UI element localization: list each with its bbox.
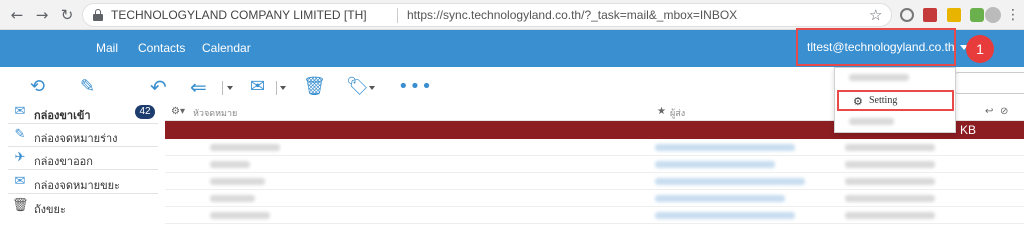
- compose-icon[interactable]: ✎: [80, 76, 95, 98]
- address-bar[interactable]: TECHNOLOGYLAND COMPANY LIMITED [TH] http…: [82, 3, 892, 27]
- tag-icon[interactable]: 🏷: [346, 76, 369, 98]
- account-email: tltest@technologyland.co.th: [807, 40, 955, 54]
- search-input[interactable]: [955, 72, 1024, 94]
- nav-mail[interactable]: Mail: [96, 41, 118, 55]
- reply-icon[interactable]: ↶: [150, 76, 167, 98]
- nav-calendar[interactable]: Calendar: [202, 41, 251, 55]
- pdf-extension-icon[interactable]: [923, 8, 937, 22]
- folder-sent[interactable]: ✈ กล่องขาออก: [8, 148, 158, 170]
- settings-label: Setting: [869, 95, 898, 106]
- table-row[interactable]: [165, 156, 1024, 173]
- trash-icon: 🗑: [12, 198, 29, 213]
- pencil-icon: ✎: [14, 127, 26, 142]
- unread-count-badge: 42: [135, 105, 155, 119]
- column-options-icon[interactable]: ⚙▾: [171, 106, 185, 117]
- table-row[interactable]: [165, 190, 1024, 207]
- table-row[interactable]: [165, 139, 1024, 156]
- inbox-icon: ✉: [14, 104, 26, 119]
- reply-all-icon[interactable]: ⇐: [190, 76, 207, 98]
- account-dropdown: ⚙ Setting: [834, 67, 956, 133]
- folder-list: ✉ กล่องขาเข้า 42 ✎ กล่องจดหมายร่าง ✈ กล่…: [0, 100, 160, 225]
- forward-icon[interactable]: →: [33, 6, 51, 24]
- folder-junk[interactable]: ✉ กล่องจดหมายขยะ: [8, 172, 158, 194]
- dropdown-item[interactable]: [849, 118, 894, 125]
- menu-dots-icon[interactable]: ⋮: [1004, 6, 1022, 24]
- flag-star-icon: ★: [657, 106, 666, 117]
- back-icon[interactable]: ←: [8, 6, 26, 24]
- delete-icon[interactable]: 🗑: [303, 76, 326, 98]
- extension-icon[interactable]: [900, 8, 914, 22]
- column-subject[interactable]: หัวจดหมาย: [193, 106, 237, 120]
- profile-avatar-icon[interactable]: [985, 7, 1001, 23]
- folder-label: ถังขยะ: [34, 204, 66, 216]
- folder-inbox[interactable]: ✉ กล่องขาเข้า 42: [8, 102, 158, 124]
- folder-label: กล่องขาออก: [34, 156, 93, 168]
- folder-drafts[interactable]: ✎ กล่องจดหมายร่าง: [8, 125, 158, 147]
- extension-icon[interactable]: [947, 8, 961, 22]
- address-separator: [397, 8, 398, 23]
- reload-icon[interactable]: ↻: [58, 6, 76, 24]
- site-identity: TECHNOLOGYLAND COMPANY LIMITED [TH]: [111, 8, 367, 22]
- browser-toolbar: ← → ↻ TECHNOLOGYLAND COMPANY LIMITED [TH…: [0, 0, 1024, 30]
- folder-label: กล่องขาเข้า: [34, 110, 91, 122]
- more-icon[interactable]: •••: [398, 76, 433, 98]
- refresh-icon[interactable]: ⟲: [30, 76, 45, 98]
- reply-status-icon: ↩: [985, 106, 994, 117]
- account-menu-button[interactable]: tltest@technologyland.co.th: [796, 28, 968, 66]
- lock-icon: [93, 9, 103, 21]
- forward-mail-icon[interactable]: ✉: [250, 76, 265, 98]
- folder-trash[interactable]: 🗑 ถังขยะ: [8, 196, 158, 218]
- attachment-icon: ⊘: [1000, 106, 1009, 117]
- junk-icon: ✉: [14, 174, 26, 189]
- nav-contacts[interactable]: Contacts: [138, 41, 185, 55]
- table-row[interactable]: [165, 173, 1024, 190]
- table-row[interactable]: [165, 207, 1024, 224]
- message-size: KB: [960, 123, 977, 137]
- outbox-icon: ✈: [14, 150, 26, 165]
- column-sender[interactable]: ผู้ส่ง: [670, 106, 685, 120]
- gears-icon: ⚙: [853, 95, 863, 108]
- url-text[interactable]: https://sync.technologyland.co.th/?_task…: [407, 8, 737, 22]
- dropdown-item[interactable]: [849, 74, 909, 81]
- folder-label: กล่องจดหมายขยะ: [34, 180, 120, 192]
- callout-badge: 1: [966, 35, 994, 63]
- bookmark-star-icon[interactable]: ☆: [869, 6, 882, 24]
- extension-icon[interactable]: [970, 8, 984, 22]
- folder-label: กล่องจดหมายร่าง: [34, 133, 118, 145]
- settings-menu-item[interactable]: ⚙ Setting: [837, 90, 954, 111]
